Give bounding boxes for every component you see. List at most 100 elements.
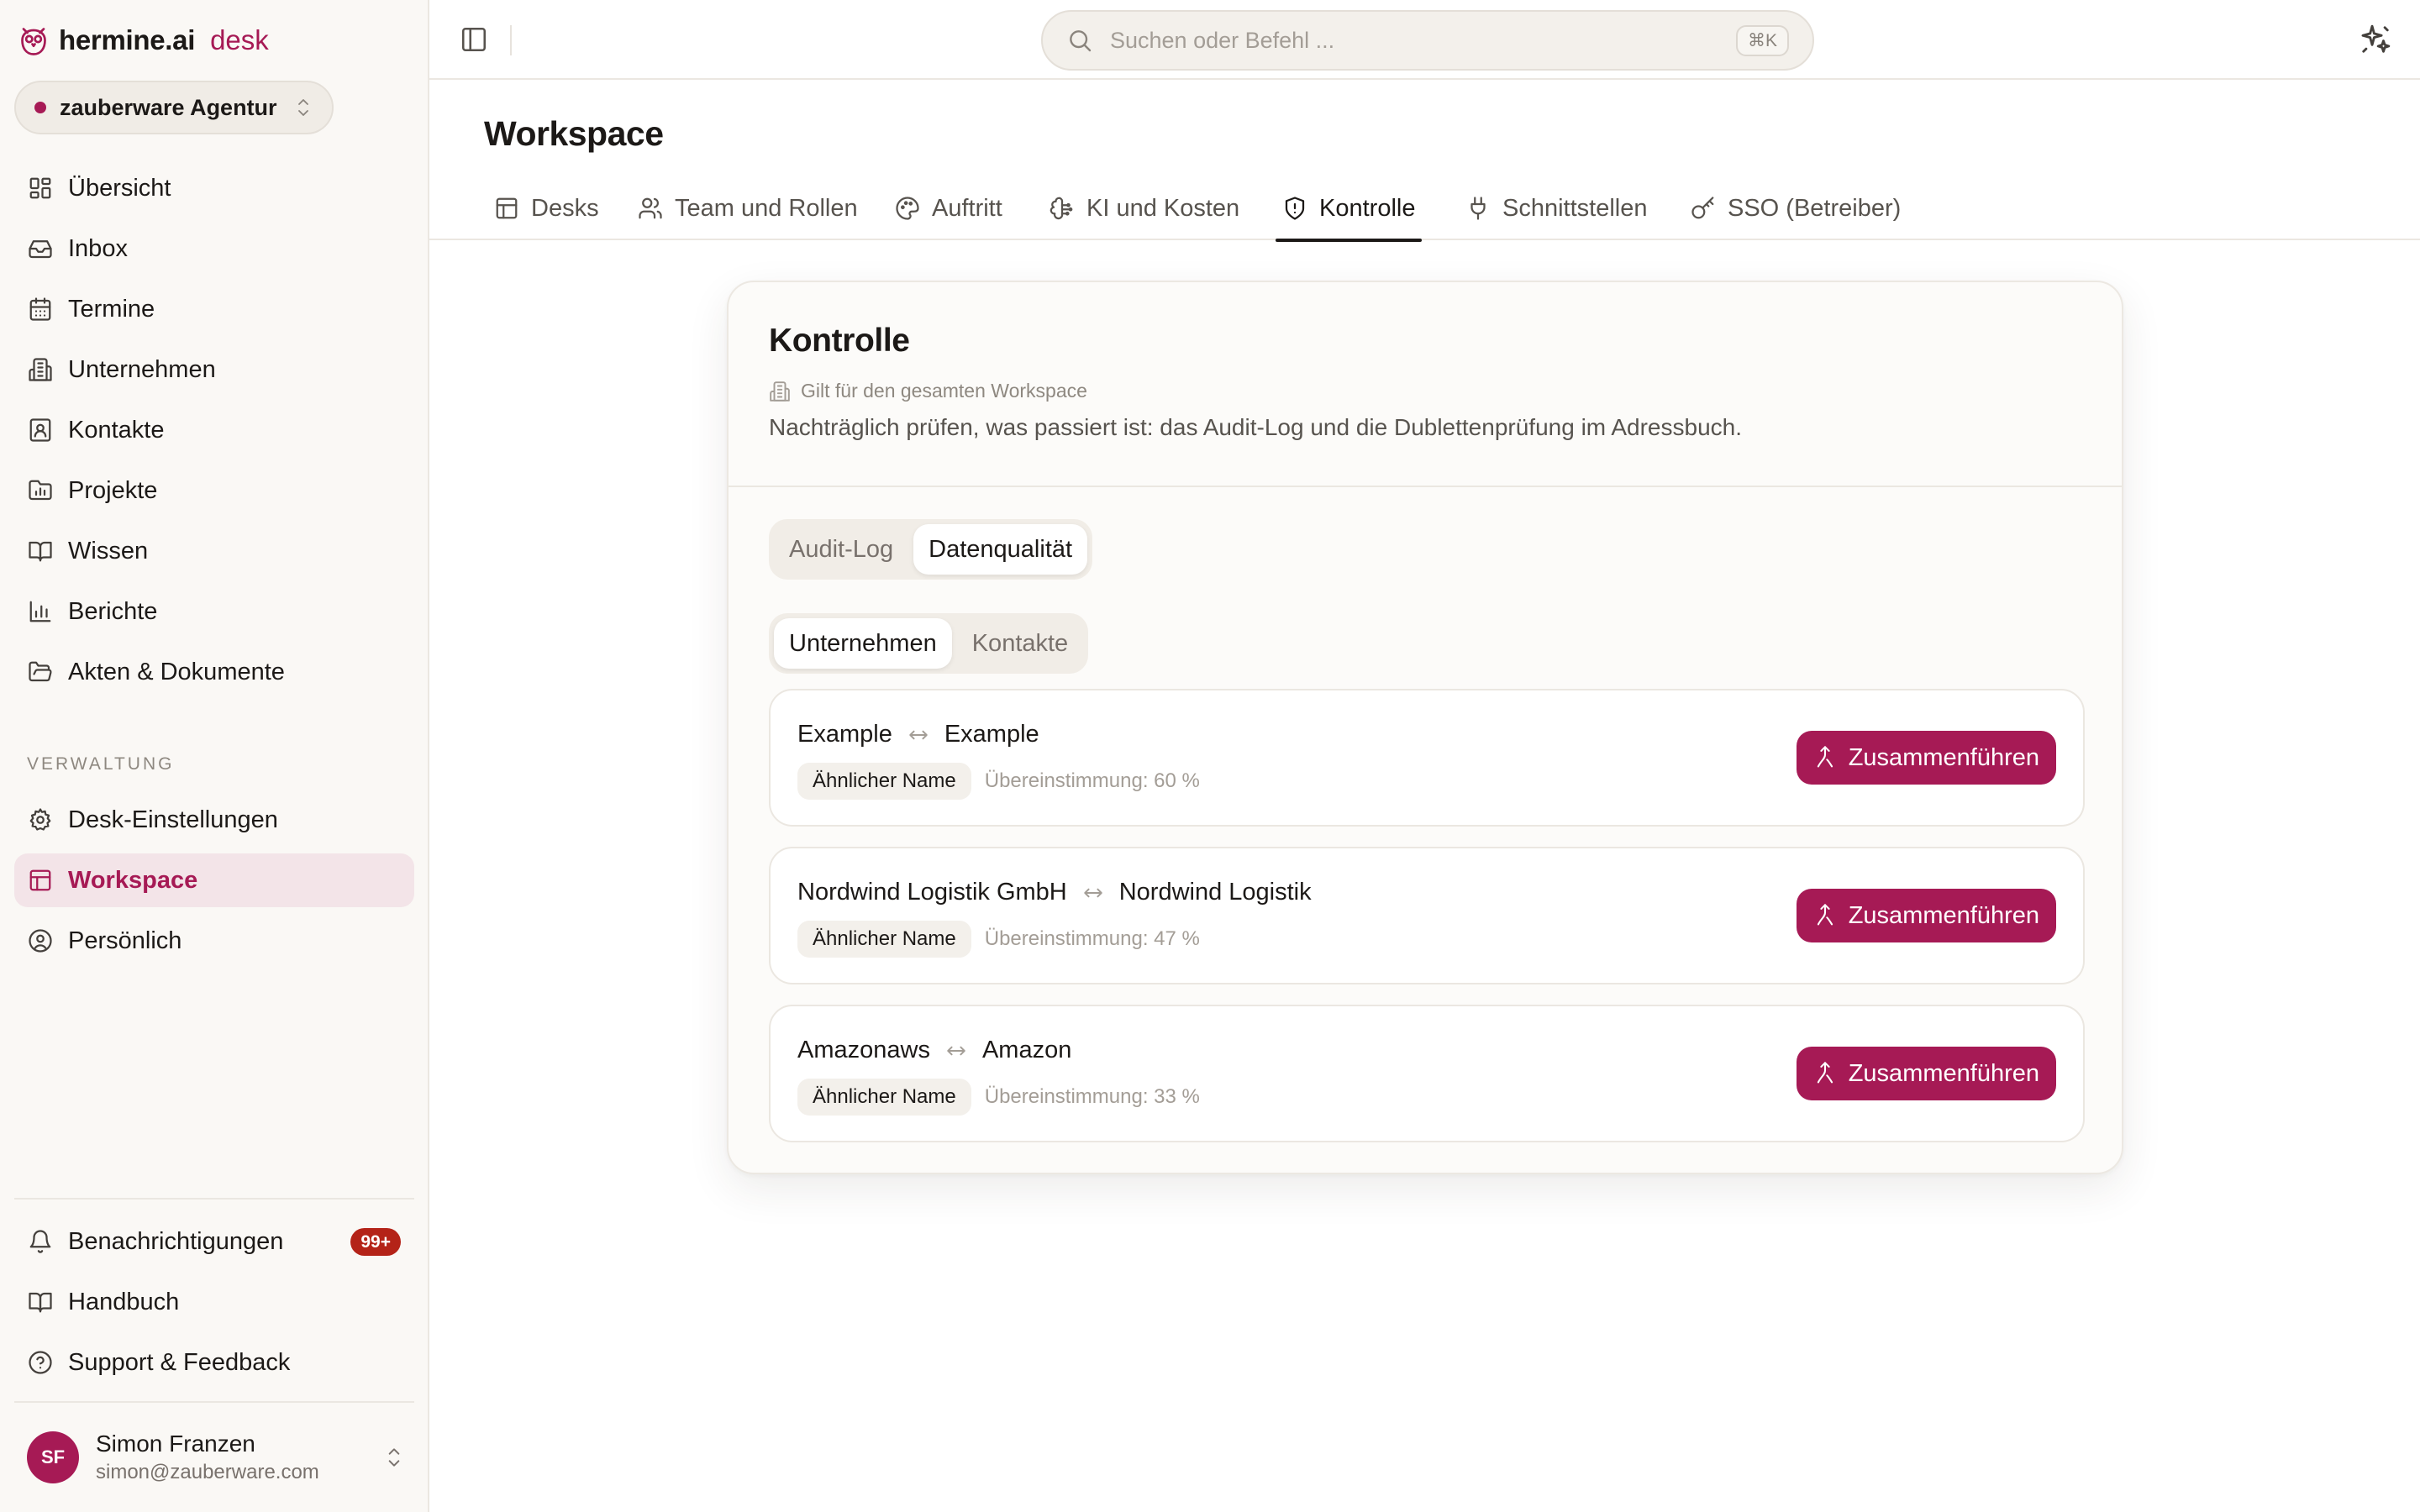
page-title: Workspace: [484, 114, 664, 153]
product-name: desk: [210, 24, 269, 55]
sidebar-item-label: Support & Feedback: [68, 1348, 291, 1376]
merge-button[interactable]: Zusammenführen: [1796, 731, 2056, 785]
dashboard-icon: [28, 176, 53, 201]
workspace-dot: [34, 102, 46, 113]
workspace-switcher[interactable]: zauberware Agentur: [14, 81, 334, 134]
tab-desks[interactable]: Desks: [487, 176, 606, 240]
card-title: Kontrolle: [769, 323, 910, 359]
sidebar-item-projekte[interactable]: Projekte: [14, 464, 414, 517]
bell-icon: [28, 1229, 53, 1254]
sidebar-item-label: Projekte: [68, 476, 158, 504]
user-menu[interactable]: SF Simon Franzen simon@zauberware.com: [27, 1428, 405, 1487]
workspace-tabs: Desks Team und Rollen Auftritt KI und Ko…: [429, 176, 2420, 242]
tab-label: Desks: [531, 194, 599, 222]
bottom-nav: Benachrichtigungen 99+ Handbuch Support …: [14, 1215, 414, 1396]
sidebar-item-label: Wissen: [68, 537, 149, 564]
duplicate-row: Example Example Ähnlicher Name Übereinst…: [769, 689, 2085, 827]
sidebar-item-desk-einstellungen[interactable]: Desk-Einstellungen: [14, 793, 414, 847]
sidebar-item-persoenlich[interactable]: Persönlich: [14, 914, 414, 968]
sidebar-item-termine[interactable]: Termine: [14, 282, 414, 336]
tab-label: Team und Rollen: [675, 194, 858, 222]
sidebar: hermine.ai desk zauberware Agentur Übers…: [0, 0, 429, 1512]
duplicate-pair: Example Example: [797, 721, 1039, 748]
tab-schnittstellen[interactable]: Schnittstellen: [1459, 176, 1655, 240]
sidebar-item-akten-dokumente[interactable]: Akten & Dokumente: [14, 645, 414, 699]
sidebar-item-label: Benachrichtigungen: [68, 1227, 284, 1255]
duplicate-pair: Amazonaws Amazon: [797, 1037, 1071, 1064]
topbar: ⌘K: [429, 0, 2420, 80]
sidebar-section-label: VERWALTUNG: [27, 754, 175, 774]
layout-icon: [28, 868, 53, 893]
sidebar-item-wissen[interactable]: Wissen: [14, 524, 414, 578]
ai-sparkle-icon[interactable]: [2360, 24, 2391, 55]
search-input[interactable]: [1110, 27, 1719, 54]
tab-label: Kontrolle: [1319, 194, 1416, 222]
admin-nav: Desk-Einstellungen Workspace Persönlich: [14, 793, 414, 974]
book-open-icon: [28, 1289, 53, 1315]
duplicate-meta: Ähnlicher Name Übereinstimmung: 60 %: [797, 763, 1200, 800]
sidebar-item-support-feedback[interactable]: Support & Feedback: [14, 1336, 414, 1389]
sidebar-item-inbox[interactable]: Inbox: [14, 222, 414, 276]
card-description: Nachträglich prüfen, was passiert ist: d…: [769, 414, 1742, 440]
bar-chart-icon: [28, 599, 53, 624]
merge-button[interactable]: Zusammenführen: [1796, 889, 2056, 942]
match-score: Übereinstimmung: 47 %: [984, 927, 1200, 950]
card-scope-text: Gilt für den gesamten Workspace: [801, 380, 1087, 402]
merge-icon: [1813, 903, 1837, 928]
tab-kontrolle[interactable]: Kontrolle: [1276, 176, 1423, 242]
segment-unternehmen[interactable]: Unternehmen: [774, 618, 952, 669]
brand-logo[interactable]: hermine.ai desk: [18, 22, 269, 59]
merge-button-label: Zusammenführen: [1848, 901, 2039, 929]
duplicate-row: Amazonaws Amazon Ähnlicher Name Übereins…: [769, 1005, 2085, 1142]
user-email: simon@zauberware.com: [96, 1461, 319, 1483]
brand-name: hermine.ai: [59, 24, 196, 55]
sidebar-divider: [14, 1198, 414, 1200]
main-nav: Übersicht Inbox Termine Unternehmen Kont…: [14, 161, 414, 706]
search-shortcut-hint: ⌘K: [1735, 24, 1789, 56]
avatar: SF: [27, 1431, 79, 1483]
duplicate-right-name: Amazon: [981, 1037, 1072, 1063]
sidebar-item-uebersicht[interactable]: Übersicht: [14, 161, 414, 215]
palette-icon: [895, 196, 920, 221]
search-icon: [1066, 27, 1093, 54]
sidebar-item-label: Handbuch: [68, 1288, 180, 1315]
segment-datenqualitaet[interactable]: Datenqualität: [913, 524, 1088, 575]
merge-button[interactable]: Zusammenführen: [1796, 1047, 2056, 1100]
user-circle-icon: [28, 928, 53, 953]
sidebar-item-unternehmen[interactable]: Unternehmen: [14, 343, 414, 396]
duplicate-reason-chip: Ähnlicher Name: [797, 763, 971, 800]
merge-button-label: Zusammenführen: [1848, 743, 2039, 771]
kontrolle-view-switch: Audit-Log Datenqualität: [769, 519, 1093, 580]
segment-audit-log[interactable]: Audit-Log: [774, 524, 908, 575]
tab-ki-und-kosten[interactable]: KI und Kosten: [1043, 176, 1246, 240]
sidebar-item-label: Desk-Einstellungen: [68, 806, 278, 833]
duplicate-reason-chip: Ähnlicher Name: [797, 1079, 971, 1116]
tab-label: SSO (Betreiber): [1728, 194, 1902, 222]
chevrons-up-down-icon: [383, 1445, 405, 1470]
tab-auftritt[interactable]: Auftritt: [888, 176, 1009, 240]
ai-brain-icon: [1050, 196, 1075, 221]
gear-icon: [28, 807, 53, 832]
segment-kontakte[interactable]: Kontakte: [957, 618, 1083, 669]
book-open-icon: [28, 538, 53, 564]
sidebar-toggle-icon[interactable]: [460, 25, 488, 54]
sidebar-item-kontakte[interactable]: Kontakte: [14, 403, 414, 457]
sidebar-item-label: Kontakte: [68, 416, 165, 444]
card-divider: [729, 486, 2122, 487]
entity-type-switch: Unternehmen Kontakte: [769, 613, 1089, 674]
sidebar-item-berichte[interactable]: Berichte: [14, 585, 414, 638]
card-scope: Gilt für den gesamten Workspace: [769, 380, 2081, 402]
duplicate-left-name: Amazonaws: [797, 1037, 930, 1063]
sidebar-item-workspace[interactable]: Workspace: [14, 853, 414, 907]
sidebar-item-label: Berichte: [68, 597, 158, 625]
notification-count-badge: 99+: [350, 1227, 401, 1256]
sidebar-item-handbuch[interactable]: Handbuch: [14, 1275, 414, 1329]
tab-team-und-rollen[interactable]: Team und Rollen: [631, 176, 865, 240]
sidebar-divider: [14, 1401, 414, 1403]
sidebar-item-benachrichtigungen[interactable]: Benachrichtigungen 99+: [14, 1215, 414, 1268]
search-bar[interactable]: ⌘K: [1041, 10, 1814, 71]
tab-sso-betreiber[interactable]: SSO (Betreiber): [1684, 176, 1907, 240]
building-icon: [769, 381, 791, 402]
arrows-left-right-icon: [945, 1040, 967, 1062]
sidebar-item-label: Unternehmen: [68, 355, 216, 383]
